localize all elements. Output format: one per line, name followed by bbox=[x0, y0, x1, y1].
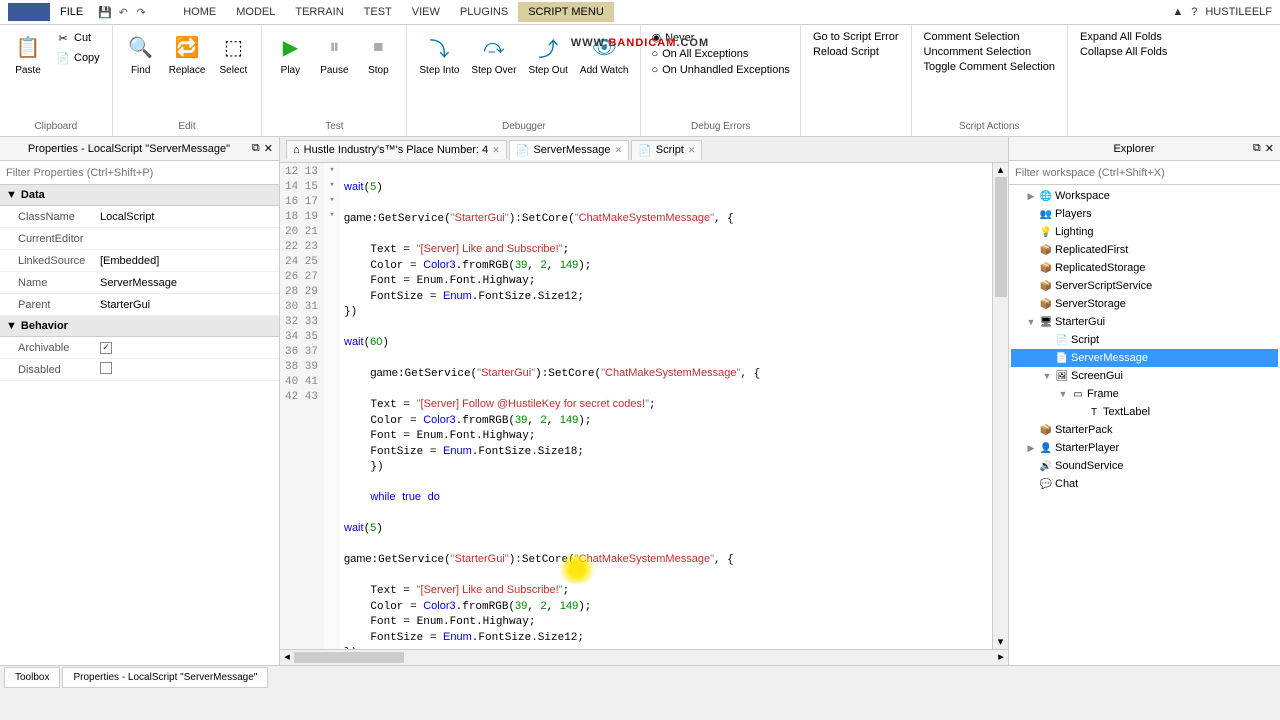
find-button[interactable]: 🔍Find bbox=[121, 29, 161, 78]
toolbox-tab[interactable]: Toolbox bbox=[4, 667, 60, 688]
tree-item-chat[interactable]: 💬Chat bbox=[1011, 475, 1278, 493]
tree-item-serverstorage[interactable]: 📦ServerStorage bbox=[1011, 295, 1278, 313]
close-icon[interactable]: ✕ bbox=[492, 145, 500, 156]
data-section[interactable]: ▼Data bbox=[0, 185, 279, 206]
uncomment-selection[interactable]: Uncomment Selection bbox=[924, 46, 1055, 58]
notifications-icon[interactable]: ▲ bbox=[1172, 6, 1183, 18]
properties-tab[interactable]: Properties - LocalScript "ServerMessage" bbox=[62, 667, 268, 688]
goto-error[interactable]: Go to Script Error bbox=[813, 31, 899, 43]
explorer-panel: Explorer ⧉ ✕ ▶🌐Workspace👥Players💡Lightin… bbox=[1008, 137, 1280, 665]
tab-test[interactable]: TEST bbox=[354, 2, 402, 22]
tree-item-serverscriptservice[interactable]: 📦ServerScriptService bbox=[1011, 277, 1278, 295]
close-icon[interactable]: ✕ bbox=[615, 145, 623, 156]
properties-panel: Properties - LocalScript "ServerMessage"… bbox=[0, 137, 280, 665]
tree-item-startergui[interactable]: ▼🖥StarterGui bbox=[1011, 313, 1278, 331]
app-logo bbox=[8, 3, 50, 21]
editor-area: ⌂Hustle Industry's™'s Place Number: 4✕📄S… bbox=[280, 137, 1008, 665]
cut-button[interactable]: ✂Cut bbox=[52, 29, 104, 47]
tree-item-replicatedstorage[interactable]: 📦ReplicatedStorage bbox=[1011, 259, 1278, 277]
editor-tabs: ⌂Hustle Industry's™'s Place Number: 4✕📄S… bbox=[280, 137, 1008, 163]
comment-selection[interactable]: Comment Selection bbox=[924, 31, 1055, 43]
dock-icon[interactable]: ⧉ bbox=[1253, 142, 1261, 155]
explorer-title: Explorer bbox=[1015, 143, 1253, 155]
tree-item-script[interactable]: 📄Script bbox=[1011, 331, 1278, 349]
radio-never[interactable]: ◉Never bbox=[651, 31, 789, 44]
vertical-scrollbar[interactable]: ▴ ▾ bbox=[992, 163, 1008, 649]
ribbon-tabs: HOME MODEL TERRAIN TEST VIEW PLUGINS SCR… bbox=[173, 2, 614, 22]
line-gutter: 12 13 14 15 16 17 18 19 20 21 22 23 24 2… bbox=[280, 163, 324, 649]
redo-icon[interactable]: ↷ bbox=[133, 4, 149, 20]
radio-allexc[interactable]: ○On All Exceptions bbox=[651, 48, 789, 60]
undo-icon[interactable]: ↶ bbox=[115, 4, 131, 20]
tree-item-lighting[interactable]: 💡Lighting bbox=[1011, 223, 1278, 241]
tree-item-textlabel[interactable]: TTextLabel bbox=[1011, 403, 1278, 421]
file-menu[interactable]: FILE bbox=[54, 6, 89, 18]
ribbon: 📋Paste ✂Cut 📄Copy Clipboard 🔍Find 🔁Repla… bbox=[0, 25, 1280, 137]
properties-title: Properties - LocalScript "ServerMessage" bbox=[6, 143, 252, 155]
tab-plugins[interactable]: PLUGINS bbox=[450, 2, 518, 22]
close-icon[interactable]: ✕ bbox=[1265, 142, 1274, 155]
tab-scriptmenu[interactable]: SCRIPT MENU bbox=[518, 2, 614, 22]
tree-item-soundservice[interactable]: 🔊SoundService bbox=[1011, 457, 1278, 475]
tree-item-screengui[interactable]: ▼🖼ScreenGui bbox=[1011, 367, 1278, 385]
tree-item-replicatedfirst[interactable]: 📦ReplicatedFirst bbox=[1011, 241, 1278, 259]
tree-item-players[interactable]: 👥Players bbox=[1011, 205, 1278, 223]
editor-tab[interactable]: ⌂Hustle Industry's™'s Place Number: 4✕ bbox=[286, 140, 507, 159]
disabled-checkbox[interactable] bbox=[100, 362, 112, 374]
tree-item-servermessage[interactable]: 📄ServerMessage bbox=[1011, 349, 1278, 367]
paste-button[interactable]: 📋Paste bbox=[8, 29, 48, 78]
dock-icon[interactable]: ⧉ bbox=[252, 142, 260, 155]
editor-tab[interactable]: 📄ServerMessage✕ bbox=[509, 140, 629, 160]
select-button[interactable]: ⬚Select bbox=[213, 29, 253, 78]
explorer-tree[interactable]: ▶🌐Workspace👥Players💡Lighting📦ReplicatedF… bbox=[1009, 185, 1280, 665]
stepinto-button[interactable]: ⤵Step Into bbox=[415, 29, 463, 78]
replace-button[interactable]: 🔁Replace bbox=[165, 29, 210, 78]
tab-terrain[interactable]: TERRAIN bbox=[285, 2, 353, 22]
expand-folds[interactable]: Expand All Folds bbox=[1080, 31, 1167, 43]
editor-tab[interactable]: 📄Script✕ bbox=[631, 140, 702, 160]
reload-script[interactable]: Reload Script bbox=[813, 46, 899, 58]
username: HUSTILEELF bbox=[1205, 6, 1272, 18]
addwatch-button[interactable]: 👁Add Watch bbox=[576, 29, 633, 78]
horizontal-scrollbar[interactable]: ◂ ▸ bbox=[280, 649, 1008, 665]
code-content[interactable]: wait(5) game:GetService("StarterGui"):Se… bbox=[340, 163, 992, 649]
pause-button[interactable]: ⏸Pause bbox=[314, 29, 354, 78]
close-icon[interactable]: ✕ bbox=[264, 142, 273, 155]
toggle-comment[interactable]: Toggle Comment Selection bbox=[924, 61, 1055, 73]
close-icon[interactable]: ✕ bbox=[688, 145, 696, 156]
behavior-section[interactable]: ▼Behavior bbox=[0, 316, 279, 337]
play-button[interactable]: ▶Play bbox=[270, 29, 310, 78]
quick-access-toolbar: 💾 ↶ ↷ bbox=[97, 4, 149, 20]
collapse-folds[interactable]: Collapse All Folds bbox=[1080, 46, 1167, 58]
properties-filter[interactable] bbox=[0, 161, 279, 184]
stop-button[interactable]: ⏹Stop bbox=[358, 29, 398, 78]
stepout-button[interactable]: ⤴Step Out bbox=[524, 29, 571, 78]
radio-unhandled[interactable]: ○On Unhandled Exceptions bbox=[651, 64, 789, 76]
stepover-button[interactable]: ⤼Step Over bbox=[467, 29, 520, 78]
tree-item-starterplayer[interactable]: ▶👤StarterPlayer bbox=[1011, 439, 1278, 457]
archivable-checkbox[interactable] bbox=[100, 342, 112, 354]
code-area[interactable]: 12 13 14 15 16 17 18 19 20 21 22 23 24 2… bbox=[280, 163, 1008, 649]
tab-view[interactable]: VIEW bbox=[402, 2, 450, 22]
copy-button[interactable]: 📄Copy bbox=[52, 49, 104, 67]
help-icon[interactable]: ? bbox=[1191, 6, 1197, 18]
main-area: Properties - LocalScript "ServerMessage"… bbox=[0, 137, 1280, 665]
title-bar: FILE 💾 ↶ ↷ HOME MODEL TERRAIN TEST VIEW … bbox=[0, 0, 1280, 25]
fold-column[interactable]: ▾ ▾ ▾ ▾ bbox=[324, 163, 340, 649]
tab-home[interactable]: HOME bbox=[173, 2, 226, 22]
tree-item-workspace[interactable]: ▶🌐Workspace bbox=[1011, 187, 1278, 205]
tree-item-starterpack[interactable]: 📦StarterPack bbox=[1011, 421, 1278, 439]
user-area: ▲ ? HUSTILEELF bbox=[1172, 6, 1272, 18]
save-icon[interactable]: 💾 bbox=[97, 4, 113, 20]
tab-model[interactable]: MODEL bbox=[226, 2, 285, 22]
tree-item-frame[interactable]: ▼▭Frame bbox=[1011, 385, 1278, 403]
explorer-filter[interactable] bbox=[1009, 161, 1280, 184]
bottom-tabs: Toolbox Properties - LocalScript "Server… bbox=[0, 665, 1280, 689]
